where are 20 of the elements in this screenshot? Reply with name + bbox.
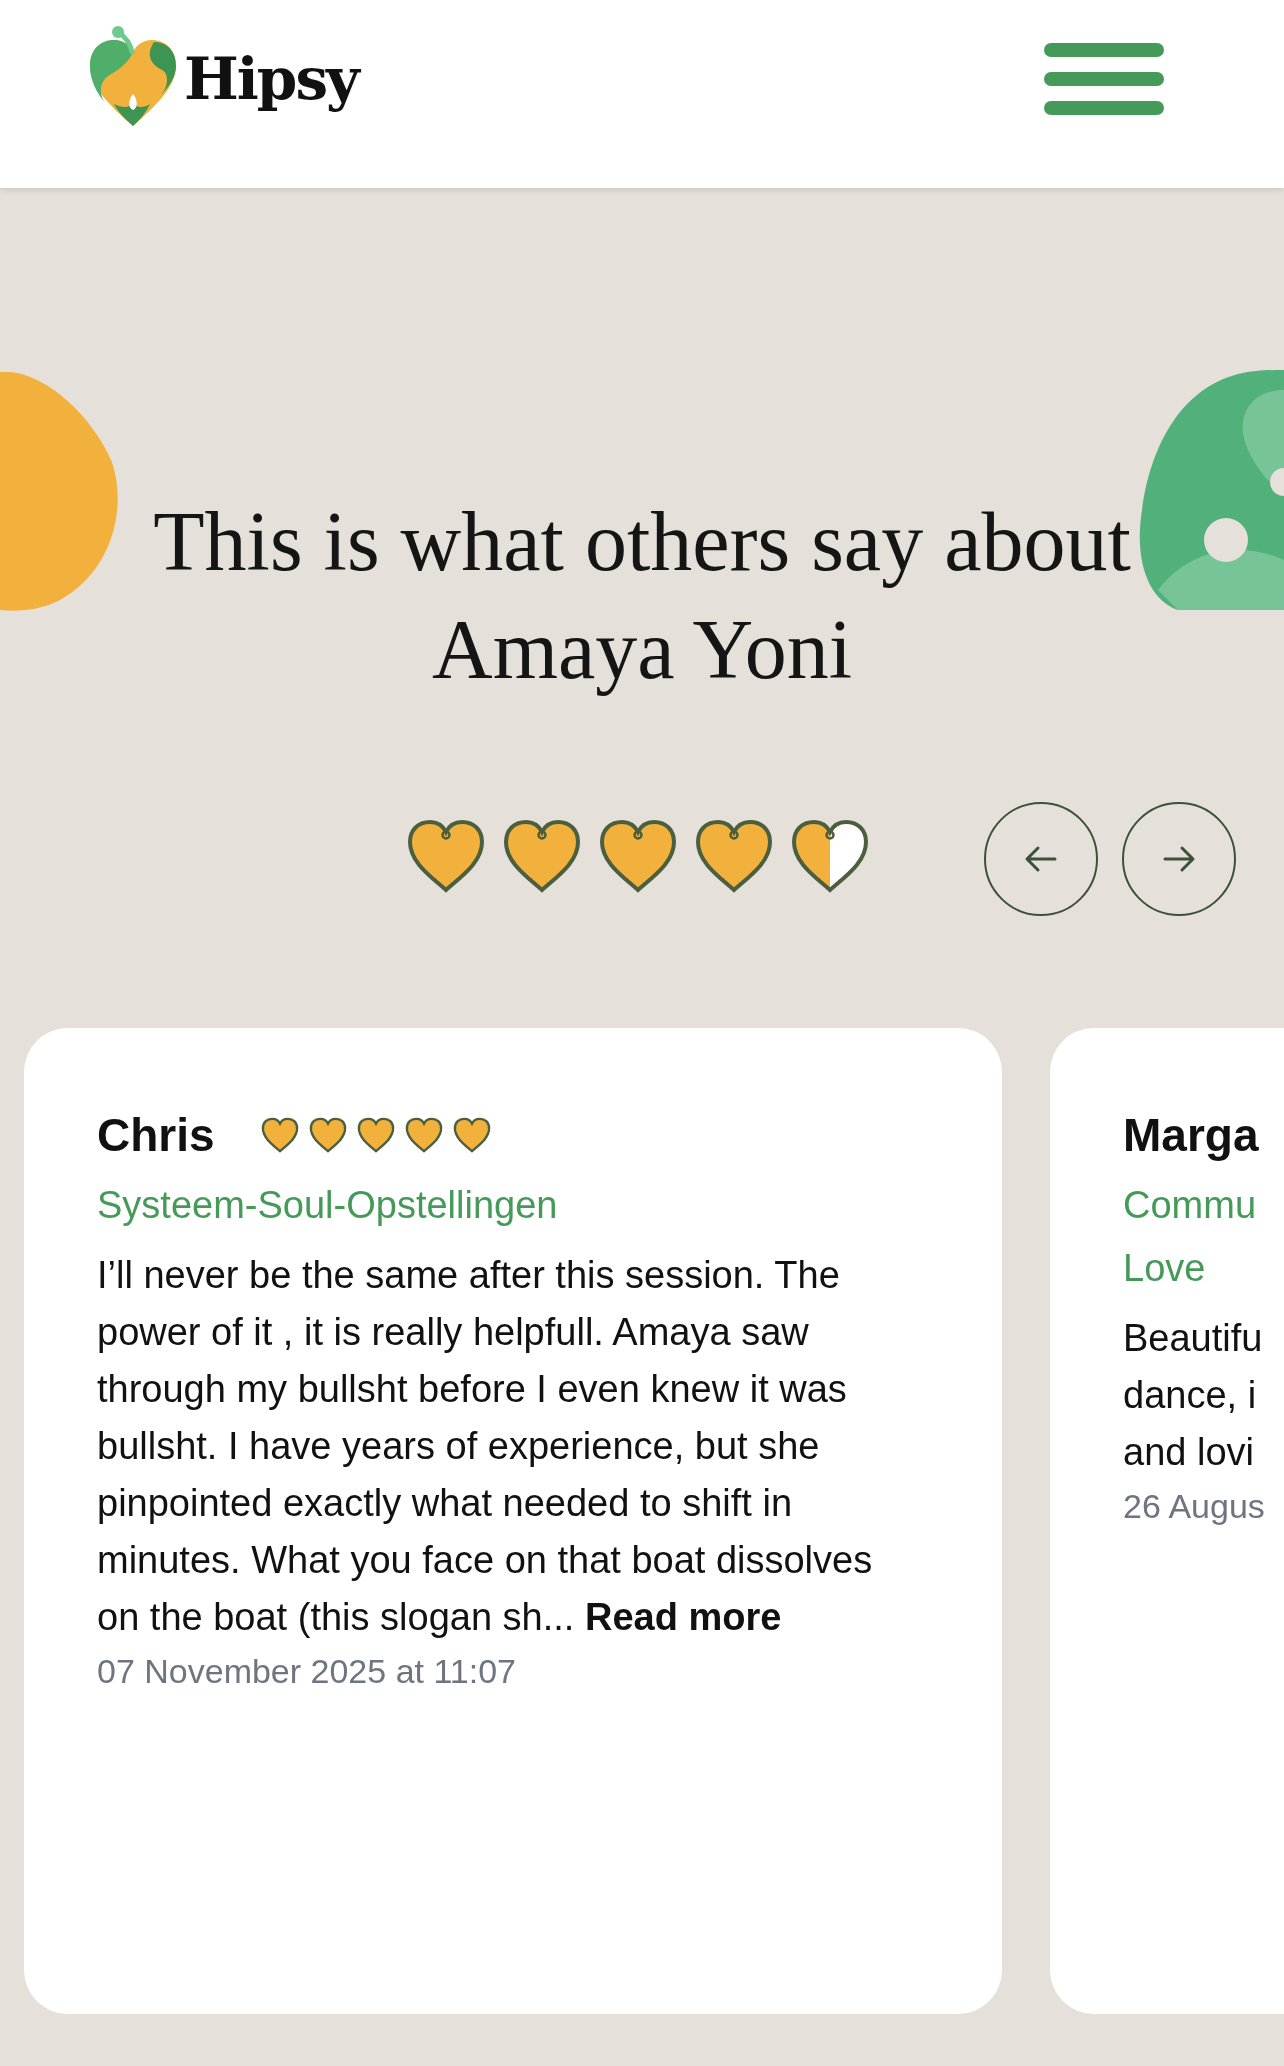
review-date: 26 Augus [1123, 1487, 1265, 1526]
section-title: This is what others say about [153, 494, 1131, 590]
reviewer-name: Marga [1123, 1108, 1259, 1162]
heart-icon [452, 1116, 491, 1154]
review-date: 07 November 2025 at 11:07 [97, 1652, 516, 1691]
heart-icon [260, 1116, 299, 1154]
category-link[interactable]: Commu [1123, 1184, 1257, 1227]
logo-text[interactable]: Hipsy [184, 45, 358, 113]
section-title: Amaya Yoni [431, 602, 852, 698]
review-text: I’ll never be the same after this session. The power of it , it is really helpfull. Amaya saw through my bullsht before I even knew it was bullsht. I have years of experience, but she pinpointed exactly what needed to shift in minutes. What you face on that boat dissolves on the boat (this slogan sh... Read more [97, 1253, 874, 1640]
heart-icon [308, 1116, 347, 1154]
category-link[interactable]: Systeem-Soul-Opstellingen [97, 1184, 558, 1227]
next-button[interactable] [1122, 802, 1236, 916]
review-text: Beautifu dance, i and lovi [1123, 1316, 1263, 1475]
previous-button[interactable] [984, 802, 1098, 916]
read-more-link[interactable]: Read more [585, 1596, 782, 1638]
heart-icon [404, 1116, 443, 1154]
reviewer-name: Chris [97, 1108, 215, 1162]
category-link[interactable]: Love [1123, 1247, 1206, 1290]
heart-icon [356, 1116, 395, 1154]
